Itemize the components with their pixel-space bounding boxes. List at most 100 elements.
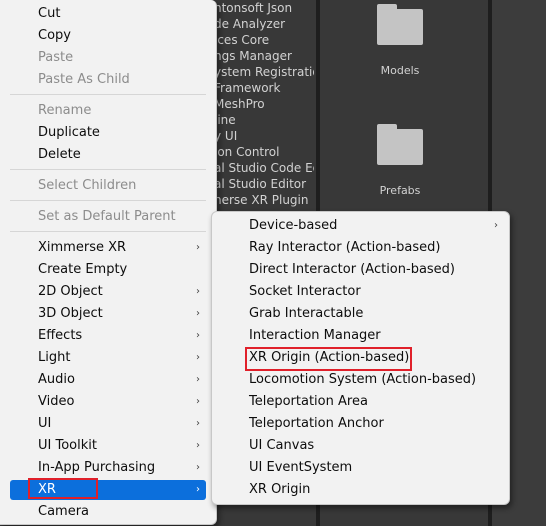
package-list-item[interactable]: ystem Registration: [214, 65, 314, 79]
menu-item-label: Device-based: [249, 218, 338, 233]
menu-item-label: Effects: [38, 328, 83, 343]
chevron-right-icon: ›: [196, 330, 200, 341]
menu-item-label: Delete: [38, 147, 81, 162]
menu-item-label: Paste As Child: [38, 72, 130, 87]
submenu-item-grab-interactable[interactable]: Grab Interactable: [220, 304, 504, 324]
chevron-right-icon: ›: [494, 220, 498, 231]
chevron-right-icon: ›: [196, 484, 200, 495]
menu-item-video[interactable]: Video ›: [10, 392, 206, 412]
menu-item-label: Direct Interactor (Action-based): [249, 262, 456, 277]
menu-item-label: Camera: [38, 504, 90, 519]
context-menu: Cut Copy Paste Paste As Child Rename Dup…: [0, 0, 217, 525]
menu-item-label: Light: [38, 350, 71, 365]
package-list-item[interactable]: ngs Manager: [214, 49, 314, 63]
menu-item-ui-toolkit[interactable]: UI Toolkit ›: [10, 436, 206, 456]
submenu-item-locomotion-system[interactable]: Locomotion System (Action-based): [220, 370, 504, 390]
submenu-item-socket-interactor[interactable]: Socket Interactor: [220, 282, 504, 302]
menu-item-label: Socket Interactor: [249, 284, 361, 299]
menu-item-paste: Paste: [10, 48, 206, 68]
asset-label: Prefabs: [379, 184, 421, 197]
submenu-item-direct-interactor[interactable]: Direct Interactor (Action-based): [220, 260, 504, 280]
submenu-item-ray-interactor[interactable]: Ray Interactor (Action-based): [220, 238, 504, 258]
menu-item-label: UI Toolkit: [38, 438, 97, 453]
menu-item-create-empty[interactable]: Create Empty: [10, 260, 206, 280]
menu-item-label: Rename: [38, 103, 92, 118]
menu-item-rename: Rename: [10, 101, 206, 121]
package-list-item[interactable]: de Analyzer: [214, 17, 314, 31]
menu-item-label: Video: [38, 394, 75, 409]
menu-item-label: Ray Interactor (Action-based): [249, 240, 441, 255]
package-list-item[interactable]: y UI: [214, 129, 314, 143]
menu-item-3d-object[interactable]: 3D Object ›: [10, 304, 206, 324]
menu-item-label: Copy: [38, 28, 71, 43]
package-list-item[interactable]: al Studio Code Edi: [214, 161, 314, 175]
menu-item-in-app-purchasing[interactable]: In-App Purchasing ›: [10, 458, 206, 478]
submenu-item-ui-canvas[interactable]: UI Canvas: [220, 436, 504, 456]
menu-item-cut[interactable]: Cut: [10, 4, 206, 24]
chevron-right-icon: ›: [196, 418, 200, 429]
menu-item-label: Interaction Manager: [249, 328, 381, 343]
menu-item-label: UI Canvas: [249, 438, 315, 453]
menu-separator: [10, 200, 206, 201]
package-list-item[interactable]: MeshPro: [214, 97, 314, 111]
menu-item-label: Duplicate: [38, 125, 100, 140]
menu-item-effects[interactable]: Effects ›: [10, 326, 206, 346]
menu-item-label: Cut: [38, 6, 61, 21]
menu-separator: [10, 169, 206, 170]
menu-item-label: Create Empty: [38, 262, 128, 277]
chevron-right-icon: ›: [196, 352, 200, 363]
package-list-item[interactable]: Framework: [214, 81, 314, 95]
submenu-item-teleportation-anchor[interactable]: Teleportation Anchor: [220, 414, 504, 434]
menu-item-select-children: Select Children: [10, 176, 206, 196]
menu-item-label: Locomotion System (Action-based): [249, 372, 477, 387]
chevron-right-icon: ›: [196, 396, 200, 407]
menu-item-label: Grab Interactable: [249, 306, 364, 321]
chevron-right-icon: ›: [196, 462, 200, 473]
menu-item-ximmerse-xr[interactable]: Ximmerse XR ›: [10, 238, 206, 258]
menu-item-label: Paste: [38, 50, 74, 65]
submenu-item-teleportation-area[interactable]: Teleportation Area: [220, 392, 504, 412]
menu-item-copy[interactable]: Copy: [10, 26, 206, 46]
menu-item-set-default-parent: Set as Default Parent: [10, 207, 206, 227]
menu-item-label: UI: [38, 416, 52, 431]
menu-item-label: Audio: [38, 372, 75, 387]
menu-item-paste-as-child: Paste As Child: [10, 70, 206, 90]
folder-icon: [375, 4, 425, 46]
chevron-right-icon: ›: [196, 242, 200, 253]
chevron-right-icon: ›: [196, 440, 200, 451]
package-list-item[interactable]: ntonsoft Json: [214, 1, 314, 15]
chevron-right-icon: ›: [196, 308, 200, 319]
menu-item-duplicate[interactable]: Duplicate: [10, 123, 206, 143]
annotation-box-xr-origin: [245, 347, 412, 371]
menu-item-label: Set as Default Parent: [38, 209, 176, 224]
menu-item-label: Select Children: [38, 178, 137, 193]
submenu-item-interaction-manager[interactable]: Interaction Manager: [220, 326, 504, 346]
package-list-item[interactable]: line: [214, 113, 314, 127]
chevron-right-icon: ›: [196, 374, 200, 385]
menu-item-label: In-App Purchasing: [38, 460, 156, 475]
menu-item-light[interactable]: Light ›: [10, 348, 206, 368]
asset-prefabs[interactable]: Prefabs: [350, 124, 450, 197]
menu-item-camera[interactable]: Camera: [10, 502, 206, 522]
menu-separator: [10, 231, 206, 232]
chevron-right-icon: ›: [196, 286, 200, 297]
menu-item-delete[interactable]: Delete: [10, 145, 206, 165]
menu-item-audio[interactable]: Audio ›: [10, 370, 206, 390]
package-list-item[interactable]: ices Core: [214, 33, 314, 47]
package-list-item[interactable]: nerse XR Plugin: [214, 193, 314, 207]
menu-item-ui[interactable]: UI ›: [10, 414, 206, 434]
menu-item-label: 2D Object: [38, 284, 103, 299]
menu-item-label: XR Origin: [249, 482, 311, 497]
menu-item-label: Teleportation Area: [249, 394, 368, 409]
package-list-item[interactable]: al Studio Editor: [214, 177, 314, 191]
package-list-item[interactable]: ion Control: [214, 145, 314, 159]
menu-item-label: Teleportation Anchor: [249, 416, 384, 431]
submenu-item-ui-eventsystem[interactable]: UI EventSystem: [220, 458, 504, 478]
annotation-box-xr: [28, 478, 98, 499]
submenu-item-device-based[interactable]: Device-based ›: [220, 216, 504, 236]
asset-models[interactable]: Models: [350, 4, 450, 77]
menu-separator: [10, 94, 206, 95]
menu-item-label: UI EventSystem: [249, 460, 353, 475]
submenu-item-xr-origin[interactable]: XR Origin: [220, 480, 504, 500]
menu-item-2d-object[interactable]: 2D Object ›: [10, 282, 206, 302]
